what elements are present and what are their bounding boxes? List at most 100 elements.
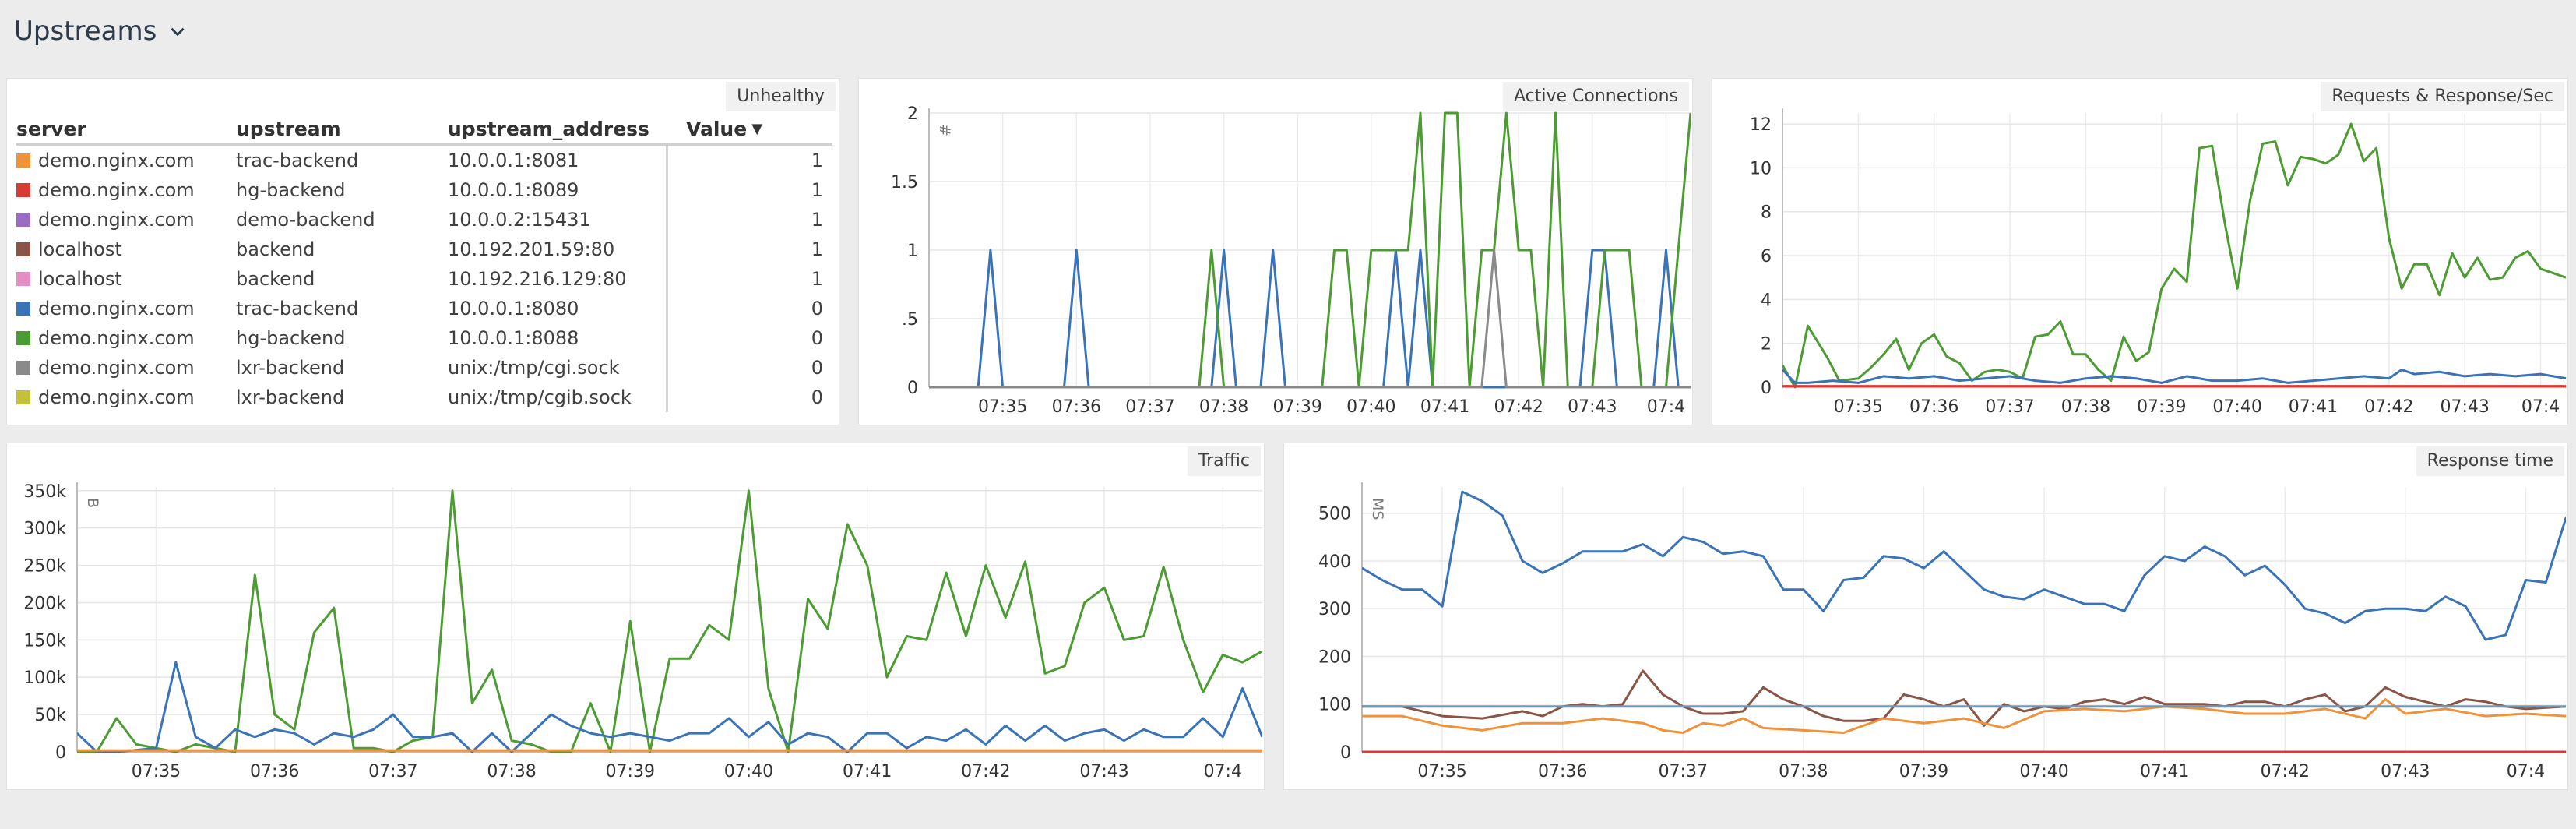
x-tick-label: 07:37 [1125,397,1174,417]
cell-server: demo.nginx.com [16,298,236,319]
table-row[interactable]: demo.nginx.com hg-backend 10.0.0.1:8089 1 [16,175,832,205]
x-tick-label: 07:35 [1834,397,1883,417]
cell-server-name: demo.nginx.com [38,209,195,231]
x-tick-label: 07:37 [1985,397,2034,417]
cell-upstream-address: unix:/tmp/cgi.sock [448,357,620,379]
y-axis-unit-label: B [84,498,101,508]
column-separator [666,264,686,294]
series-color-swatch [16,302,30,316]
cell-upstream-address: 10.192.216.129:80 [448,268,627,290]
table-row[interactable]: demo.nginx.com lxr-backend unix:/tmp/cgib.… [16,383,832,412]
panel-title-traffic: Traffic [1187,446,1261,476]
x-tick-label: 07:35 [978,397,1027,417]
column-separator [666,175,686,205]
page-title: Upstreams [14,16,157,47]
x-tick-label: 07:36 [1538,762,1587,781]
cell-server: demo.nginx.com [16,150,236,171]
series-group [77,489,1262,753]
x-tick-label: 07:40 [1346,397,1395,417]
unhealthy-table: server upstream upstream_address Value ▼… [16,115,832,412]
cell-server-name: localhost [38,268,122,290]
cell-value: 0 [811,357,823,379]
active-connections-panel: Active Connections 07:35 07:36 07:37 07:38 0… [858,78,1693,425]
cell-value: 1 [811,268,823,290]
table-row[interactable]: localhost backend 10.192.201.59:80 1 [16,235,832,264]
y-tick-label: 300 [1318,600,1351,619]
cell-upstream-address: 10.0.0.1:8081 [448,150,579,171]
x-tick-label: 07:36 [250,762,299,781]
y-tick-label: 200 [1318,647,1351,667]
x-tick-label: 07:41 [1420,397,1469,417]
x-tick-label: 07:40 [724,762,773,781]
table-row[interactable]: demo.nginx.com trac-backend 10.0.0.1:8080 0 [16,294,832,323]
x-tick-label: 07:39 [1273,397,1322,417]
y-axis-unit-label: MS [1369,498,1386,520]
y-tick-label: 250k [23,557,66,577]
y-tick-label: 10 [1750,159,1772,178]
column-header-server[interactable]: server [16,118,236,140]
x-tick-label: 07:37 [1659,762,1708,781]
y-axis-unit-label: # [936,124,953,136]
column-header-value[interactable]: Value ▼ [686,118,832,140]
cell-server-name: demo.nginx.com [38,179,195,201]
table-row[interactable]: demo.nginx.com lxr-backend unix:/tmp/cgi.s… [16,353,832,383]
y-tick-label: 0 [907,379,918,398]
cell-upstream: trac-backend [236,150,359,171]
traffic-chart: 07:35 07:36 07:37 07:38 07:39 07:40 07:41 07:42… [23,482,1262,781]
dashboard-title-dropdown[interactable]: Upstreams [14,11,188,51]
panel-title-requests: Requests & Response/Sec [2321,82,2564,111]
cell-upstream-address: unix:/tmp/cgib.sock [448,386,632,408]
cell-server: localhost [16,238,236,260]
x-tick-label: 07:41 [2289,397,2338,417]
requests-panel: Requests & Response/Sec 07:35 07:36 07:37 0… [1712,78,2568,425]
y-tick-label: 200k [23,594,66,613]
table-row[interactable]: demo.nginx.com hg-backend 10.0.0.1:8088 0 [16,323,832,353]
series-color-swatch [16,213,30,227]
table-row[interactable]: demo.nginx.com trac-backend 10.0.0.1:8081 1 [16,146,832,175]
column-separator [666,146,686,175]
sort-desc-icon: ▼ [751,121,763,137]
y-tick-label: 350k [23,482,66,502]
column-separator [666,323,686,353]
table-row[interactable]: demo.nginx.com demo-backend 10.0.0.2:15431… [16,205,832,235]
cell-upstream-address: 10.192.201.59:80 [448,238,615,260]
y-tick-label: 1 [907,242,918,261]
traffic-panel: Traffic 07:35 07:36 07:37 07:38 07:39 07:40 07… [6,443,1265,790]
table-header: server upstream upstream_address Value ▼ [16,115,832,146]
y-tick-label: 0 [55,743,66,763]
cell-upstream-address: 10.0.0.2:15431 [448,209,591,231]
y-tick-label: 4 [1761,291,1772,310]
x-tick-label: 07:43 [2440,397,2489,417]
x-tick-label: 07:35 [132,762,181,781]
column-header-upstream[interactable]: upstream [236,118,448,140]
x-tick-label: 07:37 [368,762,417,781]
series-line [77,489,1262,753]
y-tick-label: 2 [1761,335,1772,355]
column-separator [666,353,686,383]
y-tick-label: 100 [1318,696,1351,715]
x-tick-label: 07:43 [1079,762,1128,781]
y-tick-label: .5 [902,310,918,330]
response-time-panel: Response time 07:35 07:36 07:37 07:38 07:39 0… [1283,443,2568,790]
cell-server: demo.nginx.com [16,179,236,201]
y-tick-label: 150k [23,631,66,651]
series-color-swatch [16,242,30,256]
y-tick-label: 50k [34,706,66,725]
x-tick-label: 07:42 [2364,397,2413,417]
column-separator [666,205,686,235]
cell-upstream: trac-backend [236,298,359,319]
cell-server-name: demo.nginx.com [38,150,195,171]
series-line [77,661,1262,753]
x-tick-label: 07:41 [843,762,892,781]
cell-upstream: hg-backend [236,179,346,201]
cell-upstream: hg-backend [236,327,346,349]
series-line [1362,490,2566,641]
cell-upstream: demo-backend [236,209,375,231]
series-group [1362,490,2566,753]
table-row[interactable]: localhost backend 10.192.216.129:80 1 [16,264,832,294]
column-header-upstream-address[interactable]: upstream_address [448,118,666,140]
x-tick-label: 07:38 [1779,762,1828,781]
x-tick-label: 07:40 [2212,397,2261,417]
y-tick-label: 12 [1750,115,1772,135]
x-tick-label: 07:36 [1052,397,1101,417]
